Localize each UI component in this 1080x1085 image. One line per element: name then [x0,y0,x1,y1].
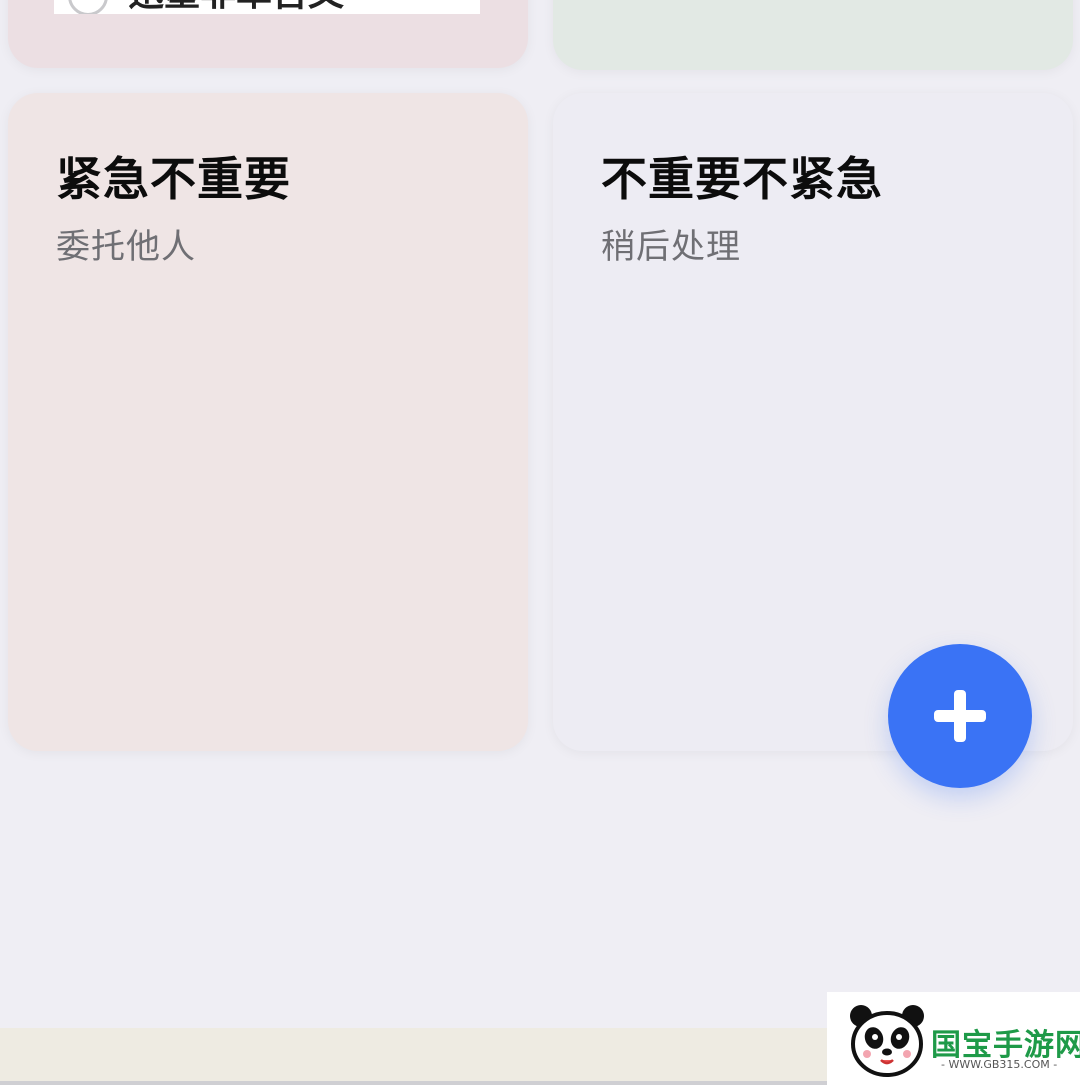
quadrant-title: 不重要不紧急 [601,152,883,206]
quadrant-subtitle: 委托他人 [56,227,196,267]
watermark-url: - WWW.GB315.COM - [941,1058,1058,1071]
quadrant-card-top-left[interactable]: 迅墨非阜吉文 [8,0,528,68]
quadrant-card-top-right[interactable] [553,0,1073,70]
panda-logo-icon [850,1005,924,1077]
add-task-button[interactable] [888,644,1032,788]
watermark: 国宝手游网 - WWW.GB315.COM - [827,992,1080,1085]
task-checkbox[interactable] [68,0,108,14]
task-text: 迅墨非阜吉文 [128,0,344,14]
quadrant-subtitle: 稍后处理 [601,227,741,267]
quadrant-title: 紧急不重要 [56,152,291,206]
quadrant-card-urgent-not-important[interactable]: 紧急不重要 委托他人 [8,93,528,751]
task-item[interactable]: 迅墨非阜吉文 [54,0,480,14]
